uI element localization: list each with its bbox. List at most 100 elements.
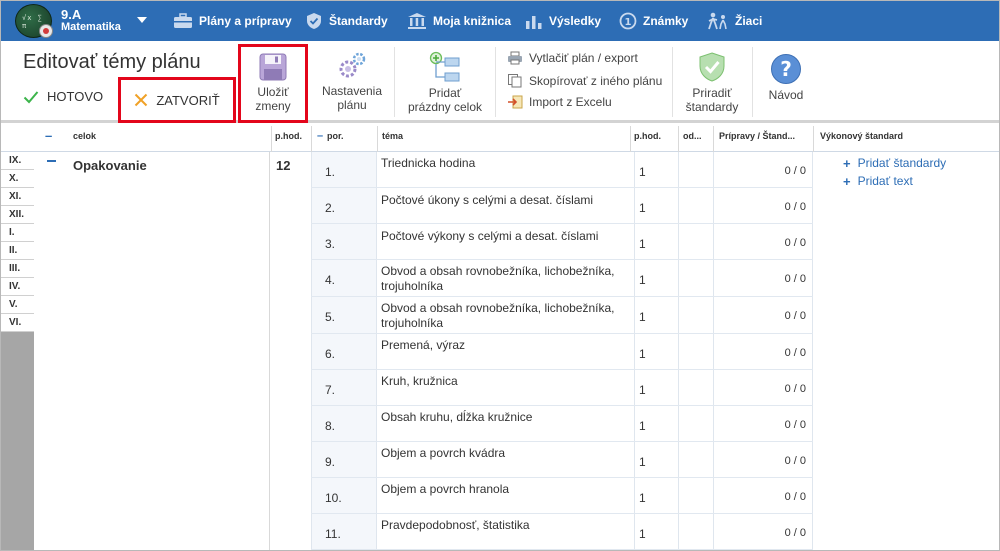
shield-check-icon — [699, 52, 725, 82]
nav-ziaci[interactable]: Žiaci — [707, 1, 762, 41]
import-excel-label: Import z Excelu — [529, 95, 612, 109]
table-row[interactable]: 11. Pravdepodobnosť, štatistika 1 0 / 0 — [311, 514, 813, 550]
month-item[interactable]: XI. — [1, 188, 34, 206]
class-logo[interactable]: √x ∑ π — [15, 4, 53, 38]
assign-standards-label-1: Priradiť — [692, 86, 732, 100]
help-button[interactable]: ? Návod — [761, 53, 811, 102]
toolbar-divider — [752, 47, 753, 117]
nav-znamky[interactable]: 1 Známky — [619, 1, 688, 41]
class-selector[interactable]: 9.A Matematika — [61, 8, 121, 34]
topic-hours[interactable]: 1 — [639, 237, 646, 251]
topic-preparations: 0 / 0 — [784, 273, 806, 285]
nav-vysledky-label: Výsledky — [549, 14, 602, 28]
header-por: por. — [327, 131, 344, 141]
topic-title[interactable]: Obvod a obsah rovnobežníka, lichobežníka… — [381, 301, 631, 331]
nav-plany[interactable]: Plány a prípravy — [173, 1, 292, 41]
topic-title[interactable]: Obvod a obsah rovnobežníka, lichobežníka… — [381, 264, 631, 294]
topic-preparations: 0 / 0 — [784, 383, 806, 395]
topic-hours[interactable]: 1 — [639, 165, 646, 179]
save-label-2: zmeny — [255, 99, 291, 113]
copy-plan-link[interactable]: Skopírovať z iného plánu — [507, 73, 662, 88]
done-button-label: HOTOVO — [47, 89, 104, 104]
month-item[interactable]: VI. — [1, 314, 34, 332]
topic-title[interactable]: Kruh, kružnica — [381, 374, 631, 389]
month-item[interactable]: I. — [1, 224, 34, 242]
add-unit-label-1: Pridať — [428, 86, 462, 100]
month-item[interactable]: V. — [1, 296, 34, 314]
help-icon: ? — [771, 54, 801, 84]
import-excel-link[interactable]: Import z Excelu — [507, 95, 612, 109]
bar-chart-icon — [526, 16, 542, 29]
topic-od — [678, 260, 713, 296]
unit-cell: Opakovanie — [34, 152, 270, 550]
topic-title[interactable]: Obsah kruhu, dĺžka kružnice — [381, 410, 631, 425]
unit-name[interactable]: Opakovanie — [73, 158, 147, 173]
month-item[interactable]: III. — [1, 260, 34, 278]
close-button[interactable]: ZATVORIŤ — [118, 77, 236, 123]
add-standards-link[interactable]: + Pridať štandardy — [813, 154, 999, 172]
table-row[interactable]: 2. Počtové úkony s celými a desat. čísla… — [311, 188, 813, 224]
topic-order: 8. — [325, 419, 336, 433]
header-phod: p.hod. — [271, 126, 311, 152]
collapse-all-units-toggle[interactable]: – — [45, 126, 59, 152]
chevron-down-icon[interactable] — [137, 17, 147, 23]
table-row[interactable]: 1. Triednicka hodina 1 0 / 0 — [311, 152, 813, 188]
assign-standards-button[interactable]: Priradiť štandardy — [679, 51, 745, 114]
unit-hours[interactable]: 12 — [276, 158, 290, 173]
topic-od — [678, 152, 713, 187]
topic-hours[interactable]: 1 — [639, 347, 646, 361]
topic-od — [678, 297, 713, 333]
topic-title[interactable]: Počtové výkony s celými a desat. číslami — [381, 229, 631, 244]
header-vykonovy: Výkonový štandard — [813, 126, 999, 152]
grade-icon: 1 — [619, 12, 637, 30]
save-changes-button[interactable]: Uložiť zmeny — [238, 44, 308, 123]
month-item[interactable]: XII. — [1, 206, 34, 224]
table-row[interactable]: 6. Premená, výraz 1 0 / 0 — [311, 334, 813, 370]
table-row[interactable]: 8. Obsah kruhu, dĺžka kružnice 1 0 / 0 — [311, 406, 813, 442]
table-row[interactable]: 5. Obvod a obsah rovnobežníka, lichobežn… — [311, 297, 813, 334]
month-item[interactable]: IV. — [1, 278, 34, 296]
topic-title[interactable]: Premená, výraz — [381, 338, 631, 353]
print-export-link[interactable]: Vytlačiť plán / export — [507, 51, 638, 65]
nav-vysledky[interactable]: Výsledky — [525, 1, 601, 41]
table-row[interactable]: 7. Kruh, kružnica 1 0 / 0 — [311, 370, 813, 406]
plan-settings-button[interactable]: Nastavenia plánu — [318, 51, 386, 112]
topic-preparations: 0 / 0 — [784, 491, 806, 503]
topic-hours[interactable]: 1 — [639, 310, 646, 324]
nav-standardy[interactable]: Štandardy — [305, 1, 388, 41]
table-row[interactable]: 3. Počtové výkony s celými a desat. čísl… — [311, 224, 813, 260]
topic-hours[interactable]: 1 — [639, 491, 646, 505]
nav-kniznica[interactable]: Moja knižnica — [407, 1, 511, 41]
plus-icon: + — [843, 173, 851, 189]
month-item[interactable]: X. — [1, 170, 34, 188]
topic-hours[interactable]: 1 — [639, 273, 646, 287]
table-row[interactable]: 10. Objem a povrch hranola 1 0 / 0 — [311, 478, 813, 514]
svg-text:1: 1 — [625, 17, 632, 28]
topic-title[interactable]: Objem a povrch hranola — [381, 482, 631, 497]
topic-title[interactable]: Pravdepodobnosť, štatistika — [381, 518, 631, 533]
topic-hours[interactable]: 1 — [639, 419, 646, 433]
month-item[interactable]: IX. — [1, 152, 34, 170]
nav-plany-label: Plány a prípravy — [199, 14, 292, 28]
collapse-unit-toggle[interactable] — [47, 160, 56, 162]
collapse-topics-toggle[interactable]: – — [311, 126, 323, 152]
table-row[interactable]: 9. Objem a povrch kvádra 1 0 / 0 — [311, 442, 813, 478]
add-empty-unit-button[interactable]: Pridať prázdny celok — [402, 51, 488, 114]
topic-order: 4. — [325, 273, 336, 287]
topic-title[interactable]: Objem a povrch kvádra — [381, 446, 631, 461]
topic-hours[interactable]: 1 — [639, 201, 646, 215]
topic-hours[interactable]: 1 — [639, 455, 646, 469]
month-item[interactable]: II. — [1, 242, 34, 260]
topic-title[interactable]: Triednicka hodina — [381, 156, 631, 171]
topic-title[interactable]: Počtové úkony s celými a desat. číslami — [381, 193, 631, 208]
table-row[interactable]: 4. Obvod a obsah rovnobežníka, lichobežn… — [311, 260, 813, 297]
topic-hours[interactable]: 1 — [639, 527, 646, 541]
copy-plan-label: Skopírovať z iného plánu — [529, 73, 663, 88]
done-button[interactable]: HOTOVO — [23, 89, 103, 104]
topic-od — [678, 224, 713, 259]
topic-hours[interactable]: 1 — [639, 383, 646, 397]
toolbar: Editovať témy plánu HOTOVO ZATVORIŤ Ulož… — [1, 41, 999, 123]
add-text-link[interactable]: + Pridať text — [813, 172, 999, 190]
topic-order: 2. — [325, 201, 336, 215]
check-icon — [23, 90, 39, 103]
